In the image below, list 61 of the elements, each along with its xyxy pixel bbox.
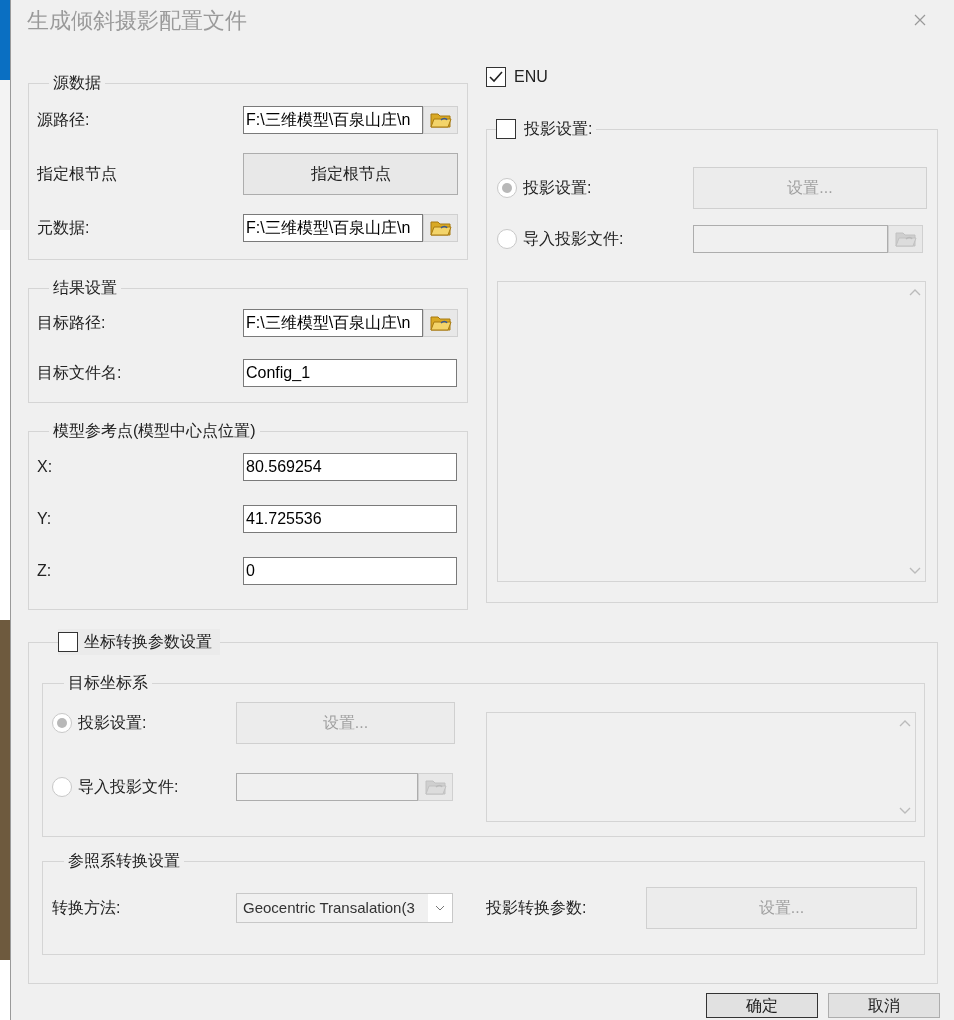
checkbox-label: 坐标转换参数设置 xyxy=(84,632,212,652)
method-dropdown[interactable]: Geocentric Transalation(3 xyxy=(236,893,453,923)
browse-button[interactable] xyxy=(418,773,453,801)
group-title: 模型参考点(模型中心点位置) xyxy=(52,421,257,441)
field-label: X: xyxy=(37,458,53,475)
folder-icon xyxy=(429,111,452,129)
close-icon[interactable] xyxy=(914,14,926,26)
radio-button[interactable] xyxy=(497,178,517,198)
checkbox-label: ENU xyxy=(514,67,548,87)
field-label: 转换方法: xyxy=(52,899,121,916)
text-area[interactable] xyxy=(497,281,926,582)
root-node-button[interactable]: 指定根节点 xyxy=(243,153,458,195)
folder-icon xyxy=(424,778,447,796)
checkbox[interactable] xyxy=(486,67,506,87)
text-area[interactable] xyxy=(486,712,916,822)
scroll-up-icon[interactable] xyxy=(899,719,911,727)
field-label: 目标路径: xyxy=(37,314,106,331)
radio-label: 投影设置: xyxy=(78,713,147,733)
scroll-down-icon[interactable] xyxy=(899,807,911,815)
field-label: Z: xyxy=(37,562,52,579)
chevron-down-icon xyxy=(435,905,445,911)
checkbox[interactable] xyxy=(58,632,78,652)
path-field[interactable]: F:\三维模型\百泉山庄\n xyxy=(243,106,423,134)
text-field[interactable]: Config_1 xyxy=(243,359,457,387)
field-label: 投影转换参数: xyxy=(486,899,587,916)
path-field[interactable] xyxy=(236,773,418,801)
browse-button[interactable] xyxy=(423,214,458,242)
folder-icon xyxy=(429,314,452,332)
field-label: 目标文件名: xyxy=(37,364,122,381)
text-field[interactable]: 41.725536 xyxy=(243,505,457,533)
radio-button[interactable] xyxy=(52,777,72,797)
field-label: 元数据: xyxy=(37,219,90,236)
browse-button[interactable] xyxy=(888,225,923,253)
group-title: 结果设置 xyxy=(52,278,118,298)
radio-label: 投影设置: xyxy=(523,178,592,198)
text-field[interactable]: 80.569254 xyxy=(243,453,457,481)
radio-label: 导入投影文件: xyxy=(523,229,624,249)
browse-button[interactable] xyxy=(423,106,458,134)
group-title: 源数据 xyxy=(52,73,102,93)
text-field[interactable]: 0 xyxy=(243,557,457,585)
folder-icon xyxy=(894,230,917,248)
path-field[interactable]: F:\三维模型\百泉山庄\n xyxy=(243,214,423,242)
scroll-down-icon[interactable] xyxy=(909,567,921,575)
field-label: Y: xyxy=(37,510,52,527)
field-label: 指定根节点 xyxy=(37,165,117,182)
path-field[interactable]: F:\三维模型\百泉山庄\n xyxy=(243,309,423,337)
path-field[interactable] xyxy=(693,225,888,253)
scroll-up-icon[interactable] xyxy=(909,288,921,296)
folder-icon xyxy=(429,219,452,237)
checkbox-label: 投影设置: xyxy=(524,119,593,139)
radio-label: 导入投影文件: xyxy=(78,777,179,797)
radio-button[interactable] xyxy=(52,713,72,733)
dialog-button[interactable]: 取消 xyxy=(828,993,940,1018)
browse-button[interactable] xyxy=(423,309,458,337)
dialog-button[interactable]: 确定 xyxy=(706,993,818,1018)
field-label: 源路径: xyxy=(37,111,90,128)
checkbox[interactable] xyxy=(496,119,516,139)
window-title: 生成倾斜摄影配置文件 xyxy=(27,6,247,35)
radio-button[interactable] xyxy=(497,229,517,249)
group-title: 目标坐标系 xyxy=(67,673,149,693)
group-title: 参照系转换设置 xyxy=(67,851,181,871)
